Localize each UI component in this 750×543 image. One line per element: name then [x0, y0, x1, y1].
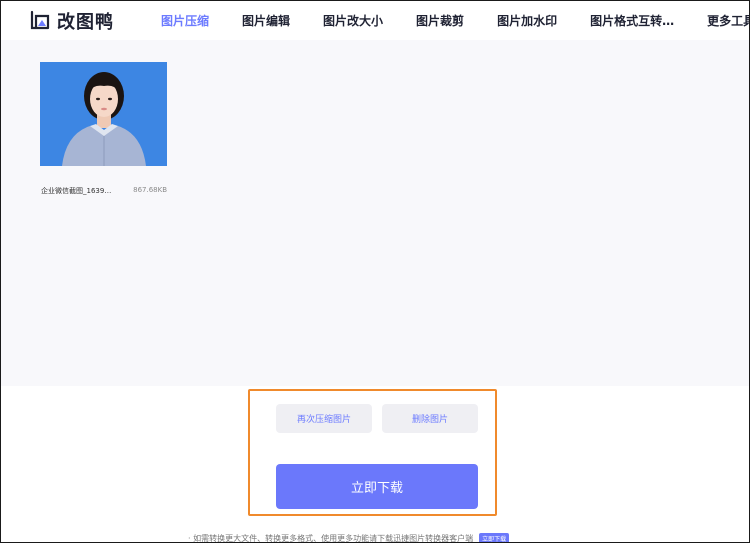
nav-item-crop[interactable]: 图片裁剪	[416, 12, 464, 29]
nav-item-edit[interactable]: 图片编辑	[242, 12, 290, 29]
top-header: 改图鸭 图片压缩 图片编辑 图片改大小 图片裁剪 图片加水印 图片格式互转… 更…	[1, 1, 750, 40]
file-size: 867.68KB	[133, 186, 167, 194]
logo-text: 改图鸭	[57, 11, 114, 33]
upload-area: 企业微信截图_1639… 867.68KB	[1, 40, 749, 386]
logo-icon	[30, 10, 50, 29]
logo[interactable]: 改图鸭	[29, 8, 114, 34]
file-meta: 企业微信截图_1639… 867.68KB	[41, 186, 167, 196]
nav-item-compress[interactable]: 图片压缩	[161, 12, 209, 29]
main-nav: 图片压缩 图片编辑 图片改大小 图片裁剪 图片加水印 图片格式互转… 更多工具…	[161, 1, 750, 40]
nav-item-resize[interactable]: 图片改大小	[323, 12, 383, 29]
footer-note-text: · 如需转换更大文件、转换更多格式、使用更多功能请下载迅捷图片转换器客户端	[188, 533, 474, 543]
portrait-image	[40, 62, 167, 166]
footer-note: · 如需转换更大文件、转换更多格式、使用更多功能请下载迅捷图片转换器客户端 立即…	[188, 532, 510, 543]
nav-item-more-tools[interactable]: 更多工具…	[707, 12, 750, 29]
file-card[interactable]: 企业微信截图_1639… 867.68KB	[40, 62, 167, 198]
file-name: 企业微信截图_1639…	[41, 187, 112, 195]
nav-item-format-convert[interactable]: 图片格式互转…	[590, 12, 674, 29]
footer-download-button[interactable]: 立即下载	[479, 532, 510, 543]
recompress-button[interactable]: 再次压缩图片	[276, 404, 372, 433]
download-button[interactable]: 立即下载	[276, 464, 478, 509]
nav-item-watermark[interactable]: 图片加水印	[497, 12, 557, 29]
file-thumbnail	[40, 62, 167, 166]
delete-image-button[interactable]: 删除图片	[382, 404, 478, 433]
